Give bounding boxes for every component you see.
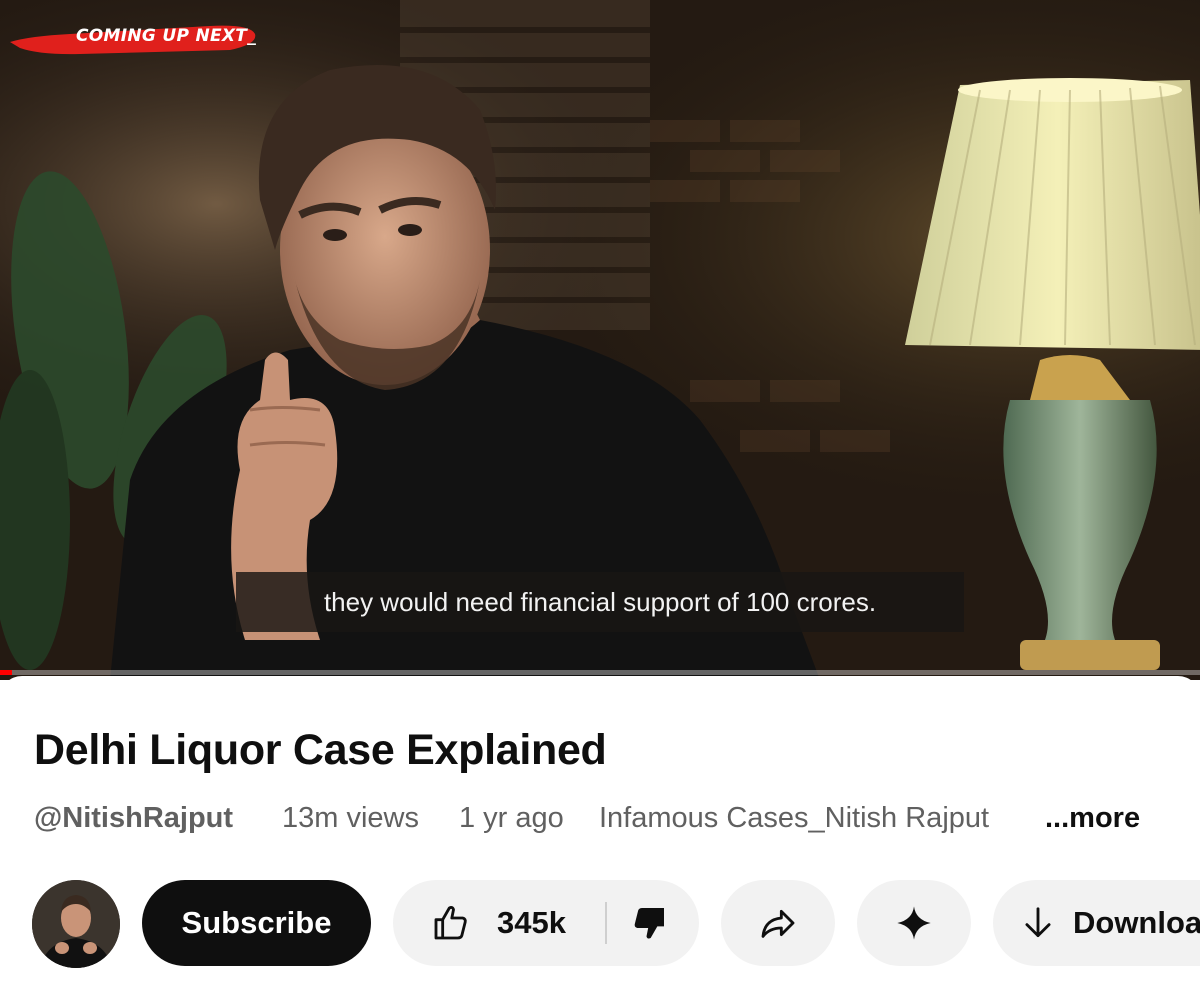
- like-dislike-group: 345k: [393, 880, 699, 966]
- download-icon: [1025, 907, 1051, 938]
- progress-bar[interactable]: [0, 670, 1200, 675]
- video-player[interactable]: Coming Up Next_ they would need financia…: [0, 0, 1200, 680]
- coming-up-next-label: Coming Up Next_: [76, 26, 256, 46]
- sparkle-icon: [897, 906, 931, 940]
- view-count: 13m views: [282, 802, 419, 834]
- progress-fill: [0, 670, 12, 675]
- upload-age: 1 yr ago: [459, 802, 564, 834]
- thumbs-up-icon: [434, 906, 467, 940]
- more-link[interactable]: ...more: [1045, 802, 1140, 835]
- video-details-sheet: Delhi Liquor Case Explained @NitishRajpu…: [0, 676, 1200, 996]
- video-title: Delhi Liquor Case Explained: [34, 726, 607, 774]
- share-icon: [761, 909, 795, 938]
- like-count: 345k: [497, 905, 566, 940]
- channel-avatar-icon: [32, 880, 120, 968]
- download-label: Download: [1073, 905, 1200, 940]
- playlist-name[interactable]: Infamous Cases_Nitish Rajput: [599, 802, 1039, 835]
- thumbs-down-icon: [634, 908, 664, 939]
- subscribe-button[interactable]: Subscribe: [142, 880, 371, 966]
- like-button[interactable]: 345k: [393, 880, 605, 966]
- action-row: Subscribe 345k Downloa: [0, 878, 1200, 968]
- dislike-button[interactable]: [607, 880, 699, 966]
- avatar[interactable]: [32, 880, 120, 968]
- coming-up-next-banner: Coming Up Next_: [10, 22, 260, 56]
- video-meta-row[interactable]: @NitishRajput 13m views 1 yr ago Infamou…: [34, 802, 1164, 838]
- channel-handle[interactable]: @NitishRajput: [34, 802, 233, 835]
- text-fade: [984, 802, 1044, 838]
- share-button[interactable]: [721, 880, 835, 966]
- download-button[interactable]: Download: [993, 880, 1200, 966]
- subtitle-caption: they would need financial support of 100…: [236, 572, 964, 632]
- ask-ai-button[interactable]: [857, 880, 971, 966]
